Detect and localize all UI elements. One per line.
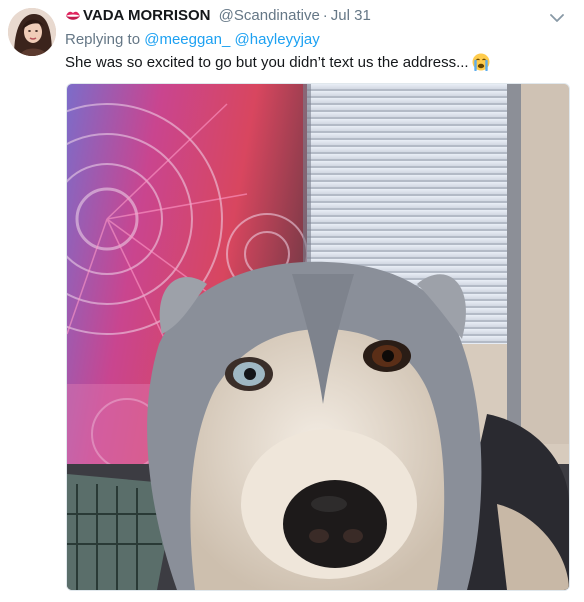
tweet[interactable]: VADA MORRISON @Scandinative · Jul 31 Reply… — [0, 0, 584, 602]
chevron-down-icon[interactable] — [550, 10, 564, 22]
mention-link[interactable]: @meeggan_ — [144, 31, 230, 48]
husky-dog-photo[interactable] — [66, 83, 570, 591]
avatar[interactable] — [8, 8, 56, 56]
tweet-date[interactable]: Jul 31 — [331, 7, 371, 24]
tweet-body: She was so excited to go but you didn’t … — [65, 54, 469, 71]
mention-link[interactable]: @hayleyyjay — [235, 31, 320, 48]
tweet-header: VADA MORRISON @Scandinative · Jul 31 — [65, 6, 544, 26]
kiss-mark-icon — [65, 8, 81, 28]
display-name[interactable]: VADA MORRISON — [83, 7, 211, 24]
tweet-text: She was so excited to go but you didn’t … — [65, 53, 490, 73]
reply-prefix: Replying to — [65, 31, 141, 48]
reply-context: Replying to @meeggan_ @hayleyyjay — [65, 30, 320, 50]
separator-dot: · — [322, 7, 328, 24]
crying-face-emoji — [472, 53, 490, 72]
user-handle[interactable]: @Scandinative — [219, 7, 320, 24]
